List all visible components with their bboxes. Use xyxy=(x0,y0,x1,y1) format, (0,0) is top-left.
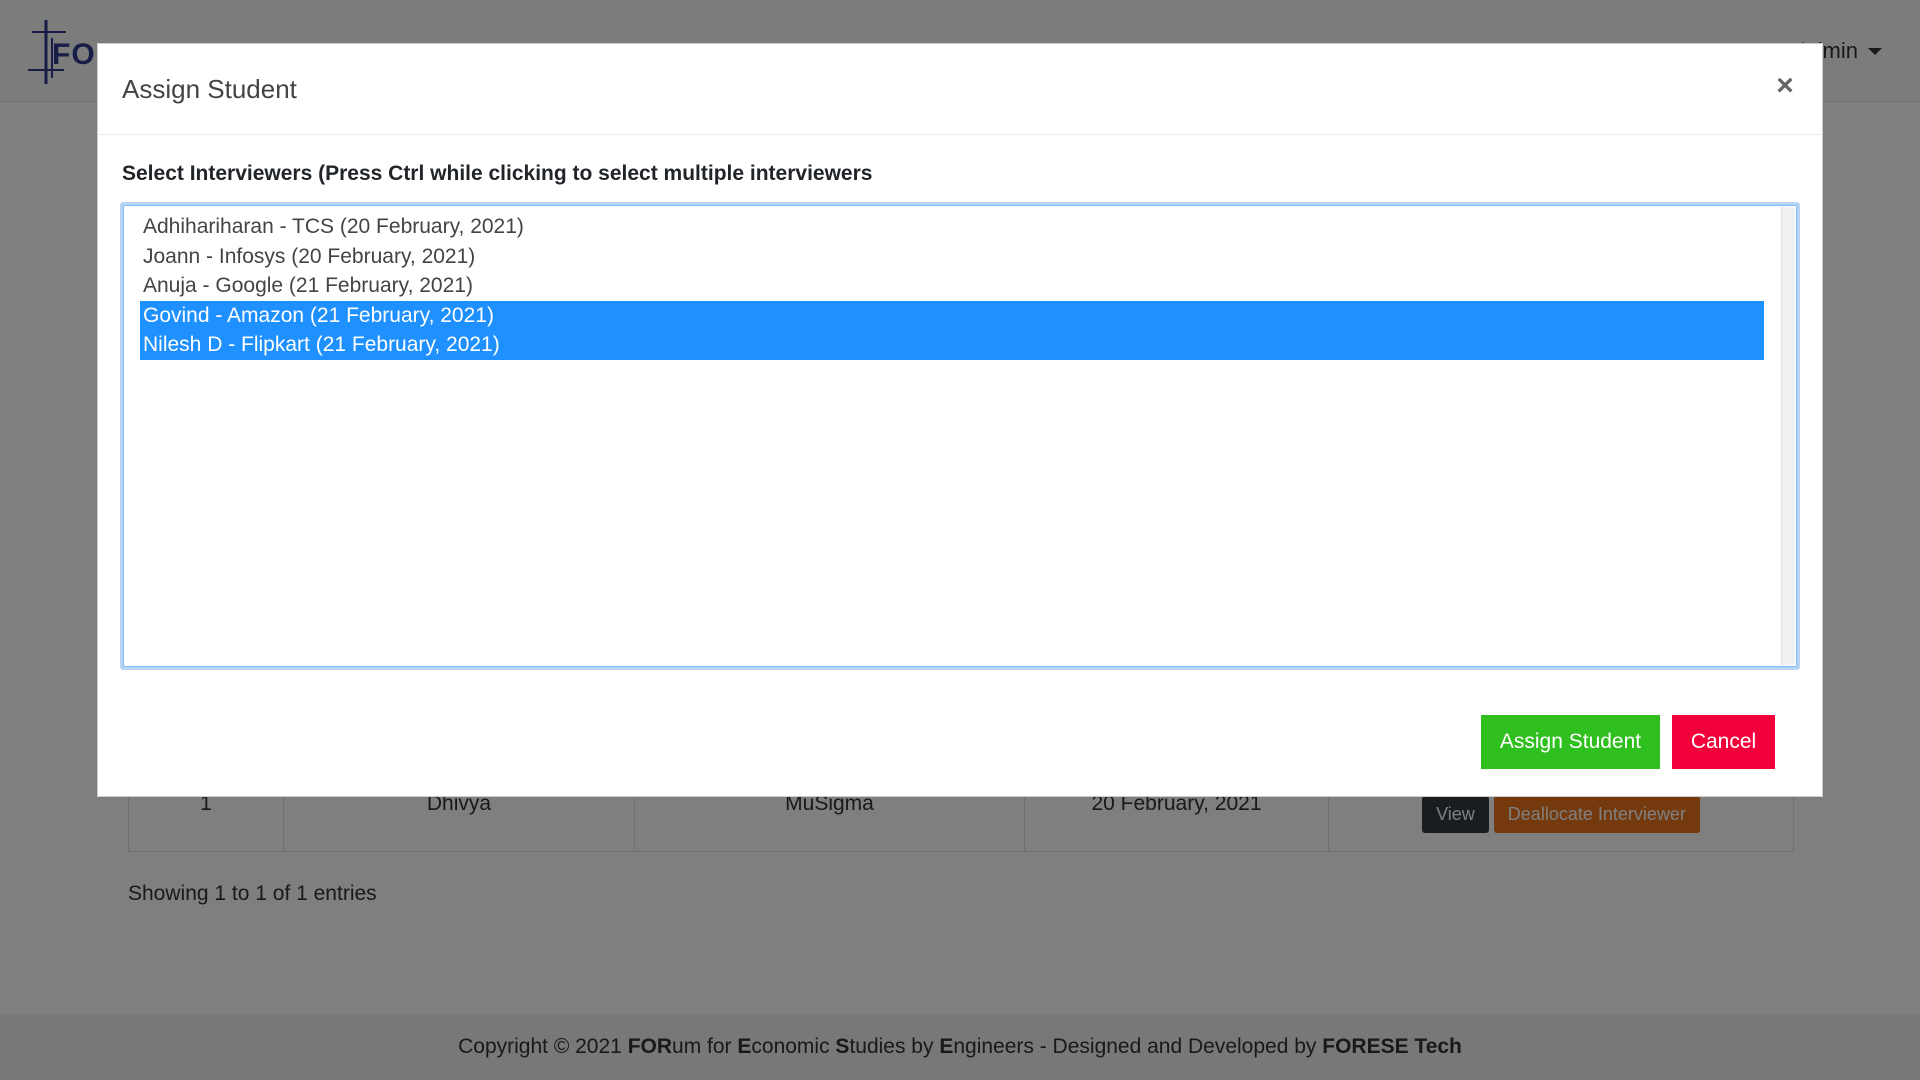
interviewers-label: Select Interviewers (Press Ctrl while cl… xyxy=(122,162,873,185)
assign-student-modal: Assign Student × Select Interviewers (Pr… xyxy=(97,43,1823,797)
modal-header: Assign Student × xyxy=(98,44,1822,135)
cancel-button[interactable]: Cancel xyxy=(1672,715,1775,769)
close-icon[interactable]: × xyxy=(1770,68,1800,104)
modal-body: Select Interviewers (Press Ctrl while cl… xyxy=(98,135,1822,677)
modal-title: Assign Student xyxy=(122,74,297,104)
assign-student-button[interactable]: Assign Student xyxy=(1481,715,1660,769)
select-scrollbar[interactable] xyxy=(1781,207,1795,665)
interviewer-option[interactable]: Joann - Infosys (20 February, 2021) xyxy=(140,242,1764,272)
interviewer-options: Adhihariharan - TCS (20 February, 2021) … xyxy=(140,212,1780,360)
interviewer-option[interactable]: Anuja - Google (21 February, 2021) xyxy=(140,271,1764,301)
modal-footer: Assign Student Cancel xyxy=(98,704,1822,798)
interviewer-option[interactable]: Adhihariharan - TCS (20 February, 2021) xyxy=(140,212,1764,242)
interviewer-option[interactable]: Govind - Amazon (21 February, 2021) xyxy=(140,300,1764,330)
interviewer-option[interactable]: Nilesh D - Flipkart (21 February, 2021) xyxy=(140,330,1764,360)
interviewers-multiselect[interactable]: Adhihariharan - TCS (20 February, 2021) … xyxy=(120,202,1800,670)
